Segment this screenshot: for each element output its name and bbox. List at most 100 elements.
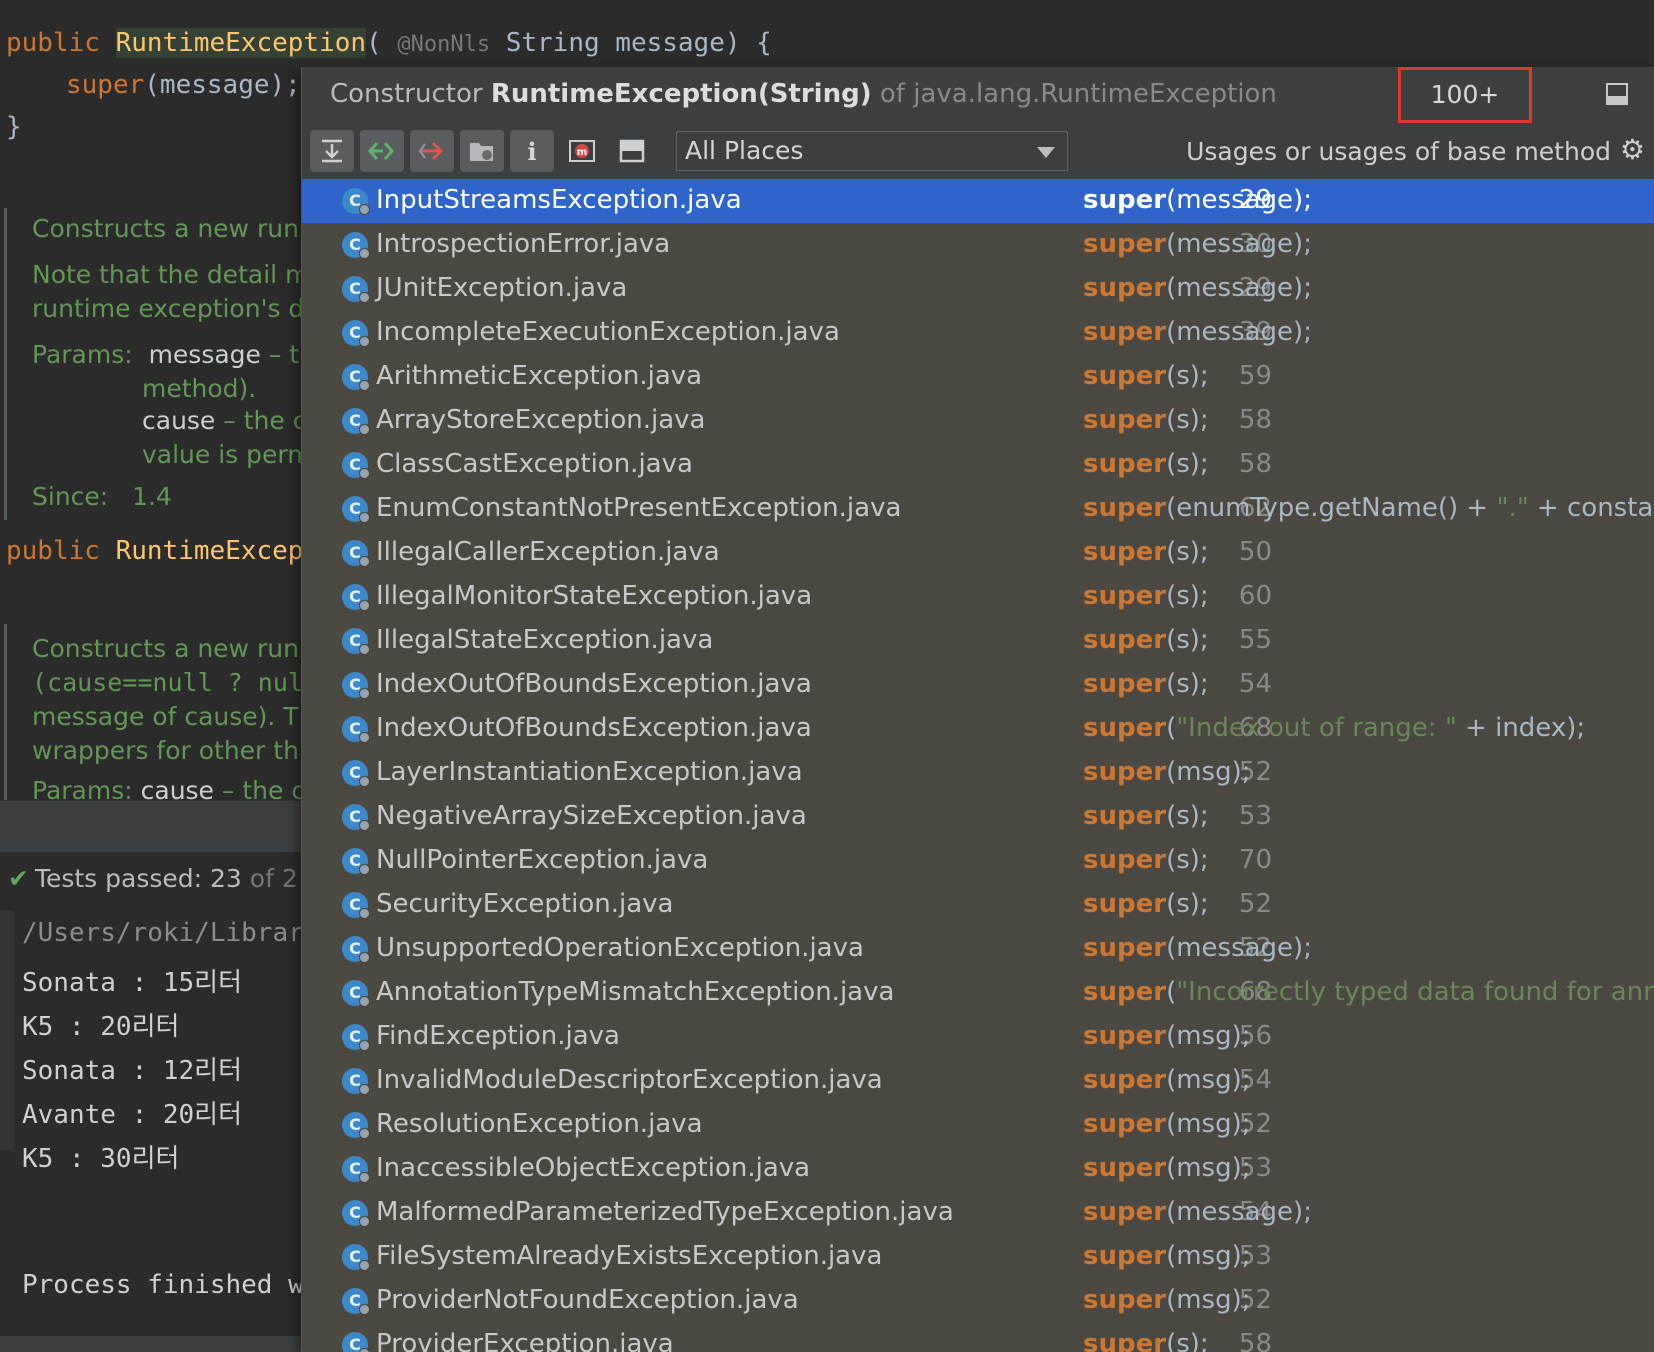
usage-code-snippet: super(message); (1083, 933, 1312, 963)
usage-file-name: InvalidModuleDescriptorException.java (376, 1065, 883, 1095)
usage-file-name: IncompleteExecutionException.java (376, 317, 840, 347)
usage-row[interactable]: C NullPointerException.java 70 super(s); (302, 839, 1654, 883)
usage-row[interactable]: C InvalidModuleDescriptorException.java 54… (302, 1059, 1654, 1103)
usage-row[interactable]: C FileSystemAlreadyExistsException.java 53… (302, 1235, 1654, 1279)
snippet-args: (message); (1166, 933, 1312, 963)
usage-line-number: 60 (1238, 581, 1272, 611)
snippet-keyword: super (1083, 669, 1167, 699)
usage-row[interactable]: C IllegalStateException.java 55 super(s); (302, 619, 1654, 663)
snippet-keyword: super (1083, 1021, 1167, 1051)
usage-line-number: 58 (1238, 1329, 1272, 1352)
snippet-string: "." (1496, 493, 1529, 523)
previous-occurrence-icon[interactable] (360, 130, 404, 172)
snippet-keyword: super (1083, 229, 1167, 259)
snippet-keyword: super (1083, 581, 1167, 611)
usage-row[interactable]: C AnnotationTypeMismatchException.java 68 s… (302, 971, 1654, 1015)
snippet-keyword: super (1083, 845, 1167, 875)
usage-file-name: LayerInstantiationException.java (376, 757, 803, 787)
usage-code-snippet: super(msg); (1083, 1153, 1251, 1183)
snippet-args: (message); (1166, 317, 1312, 347)
scope-dropdown[interactable]: All Places (676, 131, 1068, 171)
usage-code-snippet: super(s); (1083, 801, 1209, 831)
snippet-keyword: super (1083, 713, 1167, 743)
constructor-name[interactable]: RuntimeExcep (116, 536, 304, 566)
usage-row[interactable]: C IntrospectionError.java 30 super(message)… (302, 223, 1654, 267)
usage-row[interactable]: C IncompleteExecutionException.java 39 supe… (302, 311, 1654, 355)
usage-row[interactable]: C IllegalMonitorStateException.java 60 supe… (302, 575, 1654, 619)
usage-row[interactable]: C InputStreamsException.java 29 super(messa… (302, 179, 1654, 223)
java-class-icon: C (342, 232, 370, 259)
usage-code-snippet: super(s); (1083, 669, 1209, 699)
usage-count-badge[interactable]: 100+ usages (1398, 67, 1532, 159)
usage-row[interactable]: C LayerInstantiationException.java 52 super… (302, 751, 1654, 795)
java-class-icon: C (342, 848, 370, 875)
snippet-args: (message); (1166, 273, 1312, 303)
snippet-args: (msg); (1166, 1153, 1251, 1183)
usage-code-snippet: super(msg); (1083, 1065, 1251, 1095)
snippet-args: (s); (1166, 801, 1209, 831)
snippet-args: (s); (1166, 845, 1209, 875)
usage-row[interactable]: C MalformedParameterizedTypeException.jav… (302, 1191, 1654, 1235)
merge-icon[interactable]: m (560, 130, 604, 172)
preview-icon[interactable] (610, 130, 654, 172)
gear-icon[interactable]: ⚙ (1620, 135, 1645, 165)
usage-row[interactable]: C FindException.java 56 super(msg); (302, 1015, 1654, 1059)
snippet-args: (s); (1166, 669, 1209, 699)
doc-line: runtime exception's d (32, 294, 305, 323)
usage-file-name: FindException.java (376, 1021, 620, 1051)
usage-row[interactable]: C ProviderException.java 58 super(s); (302, 1323, 1654, 1352)
usage-row[interactable]: C JUnitException.java 29 super(message); (302, 267, 1654, 311)
snippet-args: (message); (1166, 229, 1312, 259)
snippet-keyword: super (1083, 1109, 1167, 1139)
doc-line: Note that the detail m (32, 260, 310, 289)
console-path: /Users/roki/Librar (22, 918, 304, 948)
usage-row[interactable]: C SecurityException.java 52 super(s); (302, 883, 1654, 927)
java-class-icon: C (342, 276, 370, 303)
open-in-find-window-icon[interactable] (1606, 83, 1628, 105)
constructor-name[interactable]: RuntimeException (115, 28, 367, 58)
usage-row[interactable]: C UnsupportedOperationException.java 52 sup… (302, 927, 1654, 971)
doc-line: value is perm (142, 440, 312, 469)
snippet-keyword: super (1083, 317, 1167, 347)
usage-row[interactable]: C IndexOutOfBoundsException.java 54 super(s… (302, 663, 1654, 707)
usages-list[interactable]: C InputStreamsException.java 29 super(messa… (302, 179, 1654, 1352)
snippet-keyword: super (1083, 1241, 1167, 1271)
usage-file-name: UnsupportedOperationException.java (376, 933, 864, 963)
keyword: public (6, 28, 100, 58)
doc-since-line: Since: 1.4 (32, 482, 172, 511)
usage-row[interactable]: C NegativeArraySizeException.java 53 super(… (302, 795, 1654, 839)
doc-gutter-bar (4, 208, 7, 520)
snippet-args: (message); (1166, 1197, 1312, 1227)
java-class-icon: C (342, 804, 370, 831)
group-by-module-icon[interactable] (460, 130, 504, 172)
usage-row[interactable]: C EnumConstantNotPresentException.java 62 s… (302, 487, 1654, 531)
usage-row[interactable]: C ResolutionException.java 52 super(msg); (302, 1103, 1654, 1147)
usage-row[interactable]: C ClassCastException.java 58 super(s); (302, 443, 1654, 487)
usage-file-name: IllegalMonitorStateException.java (376, 581, 813, 611)
usage-row[interactable]: C InaccessibleObjectException.java 53 super… (302, 1147, 1654, 1191)
next-occurrence-icon[interactable] (410, 130, 454, 172)
usage-row[interactable]: C IndexOutOfBoundsException.java 68 super("… (302, 707, 1654, 751)
tests-total: of 2 (241, 864, 298, 893)
java-class-icon: C (342, 584, 370, 611)
snippet-args: ( (1166, 977, 1177, 1007)
expand-all-icon[interactable] (310, 130, 354, 172)
usage-code-snippet: super(s); (1083, 361, 1209, 391)
info-icon[interactable]: i (510, 130, 554, 172)
usage-code-snippet: super(msg); (1083, 1021, 1251, 1051)
usage-row[interactable]: C ArrayStoreException.java 58 super(s); (302, 399, 1654, 443)
snippet-args: (enumType.getName() + (1166, 493, 1497, 523)
usage-row[interactable]: C ArithmeticException.java 59 super(s); (302, 355, 1654, 399)
svg-text:m: m (577, 147, 587, 158)
java-class-icon: C (342, 672, 370, 699)
java-class-icon: C (342, 408, 370, 435)
java-class-icon: C (342, 452, 370, 479)
console-line: Sonata : 15리터 (22, 968, 243, 998)
scope-hint: Usages or usages of base method (1186, 137, 1611, 166)
check-icon: ✔ (8, 864, 29, 893)
snippet-keyword: super (1083, 185, 1167, 215)
params-label: Params: (32, 340, 133, 369)
usage-row[interactable]: C ProviderNotFoundException.java 52 super(m… (302, 1279, 1654, 1323)
usage-row[interactable]: C IllegalCallerException.java 50 super(s); (302, 531, 1654, 575)
signature-rest: String message) { (490, 28, 772, 58)
